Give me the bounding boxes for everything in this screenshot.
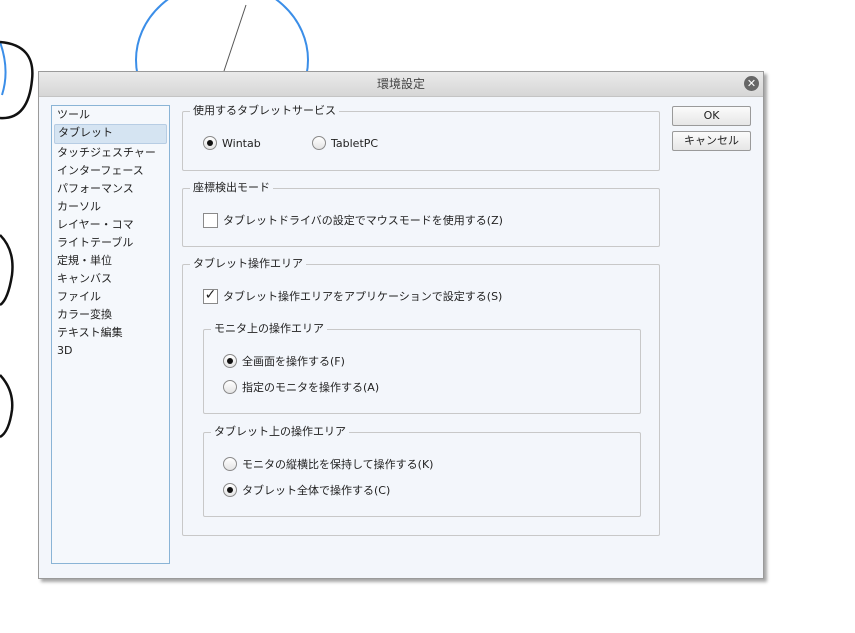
- option-label: モニタの縦横比を保持して操作する(K): [242, 458, 434, 471]
- group-title: 使用するタブレットサービス: [190, 104, 339, 118]
- category-item[interactable]: カラー変換: [54, 306, 167, 324]
- group-title: タブレット上の操作エリア: [211, 425, 349, 439]
- preferences-dialog: 環境設定 ✕ ツール タブレット タッチジェスチャー インターフェース パフォー…: [38, 71, 764, 579]
- area-group: タブレット操作エリア ✓ タブレット操作エリアをアプリケーションで設定する(S) …: [182, 257, 660, 536]
- category-list[interactable]: ツール タブレット タッチジェスチャー インターフェース パフォーマンス カーソ…: [51, 105, 170, 564]
- radio-icon: [223, 457, 237, 471]
- category-item-selected[interactable]: タブレット: [54, 124, 167, 144]
- radio-icon: [312, 136, 326, 150]
- category-item[interactable]: タッチジェスチャー: [54, 144, 167, 162]
- app-setting-checkbox[interactable]: ✓ タブレット操作エリアをアプリケーションで設定する(S): [203, 288, 502, 304]
- option-label: タブレットドライバの設定でマウスモードを使用する(Z): [223, 214, 503, 227]
- radio-icon: [203, 136, 217, 150]
- option-label: タブレット操作エリアをアプリケーションで設定する(S): [223, 290, 503, 303]
- checkmark-icon: ✓: [203, 286, 218, 304]
- category-item[interactable]: テキスト編集: [54, 324, 167, 342]
- tabletpc-radio[interactable]: TabletPC: [312, 136, 378, 150]
- category-item[interactable]: キャンバス: [54, 270, 167, 288]
- mouse-mode-checkbox[interactable]: タブレットドライバの設定でマウスモードを使用する(Z): [203, 212, 503, 228]
- category-item[interactable]: 定規・単位: [54, 252, 167, 270]
- category-item[interactable]: パフォーマンス: [54, 180, 167, 198]
- category-item[interactable]: インターフェース: [54, 162, 167, 180]
- service-group: 使用するタブレットサービス Wintab TabletPC: [182, 104, 660, 171]
- group-title: モニタ上の操作エリア: [211, 322, 327, 336]
- wintab-radio[interactable]: Wintab: [203, 136, 261, 150]
- coord-group: 座標検出モード タブレットドライバの設定でマウスモードを使用する(Z): [182, 181, 660, 247]
- specific-monitor-radio[interactable]: 指定のモニタを操作する(A): [223, 379, 379, 395]
- category-item[interactable]: ツール: [54, 106, 167, 124]
- cancel-button[interactable]: キャンセル: [672, 131, 751, 151]
- whole-tablet-radio[interactable]: タブレット全体で操作する(C): [223, 482, 390, 498]
- dialog-title: 環境設定: [39, 72, 763, 97]
- category-item[interactable]: レイヤー・コマ: [54, 216, 167, 234]
- tablet-area-group: タブレット上の操作エリア モニタの縦横比を保持して操作する(K) タブレット全体…: [203, 425, 641, 517]
- option-label: タブレット全体で操作する(C): [242, 484, 391, 497]
- category-item[interactable]: 3D: [54, 342, 167, 360]
- category-item[interactable]: カーソル: [54, 198, 167, 216]
- radio-icon: [223, 483, 237, 497]
- option-label: 指定のモニタを操作する(A): [242, 381, 380, 394]
- ok-button[interactable]: OK: [672, 106, 751, 126]
- full-screen-radio[interactable]: 全画面を操作する(F): [223, 353, 345, 369]
- keep-ratio-radio[interactable]: モニタの縦横比を保持して操作する(K): [223, 456, 433, 472]
- checkbox-icon: [203, 212, 218, 228]
- group-title: タブレット操作エリア: [190, 257, 306, 271]
- option-label: Wintab: [222, 136, 261, 150]
- radio-icon: [223, 380, 237, 394]
- option-label: TabletPC: [331, 136, 379, 150]
- option-label: 全画面を操作する(F): [242, 355, 345, 368]
- close-icon[interactable]: ✕: [744, 76, 759, 91]
- category-item[interactable]: ファイル: [54, 288, 167, 306]
- category-item[interactable]: ライトテーブル: [54, 234, 167, 252]
- monitor-area-group: モニタ上の操作エリア 全画面を操作する(F) 指定のモニタを操作する(A): [203, 322, 641, 414]
- group-title: 座標検出モード: [190, 181, 273, 195]
- radio-icon: [223, 354, 237, 368]
